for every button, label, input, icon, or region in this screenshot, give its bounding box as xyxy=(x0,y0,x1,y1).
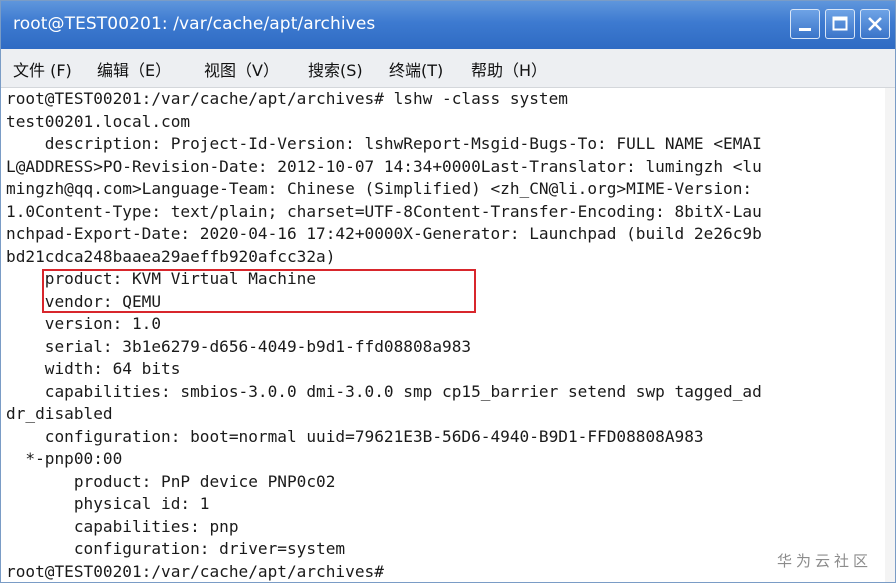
close-icon xyxy=(868,17,882,31)
terminal-window: root@TEST00201: /var/cache/apt/archives … xyxy=(0,0,896,583)
menu-bar: 文件 (F) 编辑（E） 视图（V） 搜索(S) 终端(T) 帮助（H） xyxy=(1,49,895,88)
window-title: root@TEST00201: /var/cache/apt/archives xyxy=(13,14,376,34)
terminal-line: configuration: driver=system xyxy=(6,539,346,558)
terminal-line: mingzh@qq.com>Language-Team: Chinese (Si… xyxy=(6,179,753,198)
menu-terminal[interactable]: 终端(T) xyxy=(389,57,443,81)
terminal-line: root@TEST00201:/var/cache/apt/archives# … xyxy=(6,89,568,108)
title-bar[interactable]: root@TEST00201: /var/cache/apt/archives xyxy=(1,1,895,49)
terminal-line: width: 64 bits xyxy=(6,359,181,378)
menu-search[interactable]: 搜索(S) xyxy=(308,57,363,81)
terminal-scrollbar[interactable] xyxy=(885,88,895,582)
terminal-output[interactable]: root@TEST00201:/var/cache/apt/archives# … xyxy=(1,88,885,582)
terminal-line: capabilities: smbios-3.0.0 dmi-3.0.0 smp… xyxy=(6,381,762,401)
close-button[interactable] xyxy=(860,9,890,39)
terminal-line: L@ADDRESS>PO-Revision-Date: 2012-10-07 1… xyxy=(6,156,762,176)
menu-view[interactable]: 视图（V） xyxy=(204,57,279,81)
terminal-prompt: root@TEST00201:/var/cache/apt/archives# xyxy=(6,561,384,581)
terminal-line: physical id: 1 xyxy=(6,494,210,513)
terminal-line: dr_disabled xyxy=(6,404,113,423)
minimize-button[interactable] xyxy=(790,9,820,39)
terminal-line: test00201.local.com xyxy=(6,111,191,131)
terminal-line: configuration: boot=normal uuid=79621E3B… xyxy=(6,426,704,446)
minimize-icon xyxy=(799,28,811,31)
watermark: 华为云社区 xyxy=(777,552,873,570)
terminal-line: serial: 3b1e6279-d656-4049-b9d1-ffd08808… xyxy=(6,336,472,356)
terminal-line: *-pnp00:00 xyxy=(6,449,123,468)
menu-edit[interactable]: 编辑（E） xyxy=(97,57,171,81)
terminal-line: bd21cdca248baaea29aeffb920afcc32a) xyxy=(6,246,336,266)
menu-help[interactable]: 帮助（H） xyxy=(471,57,547,81)
terminal-line: product: PnP device PNP0c02 xyxy=(6,471,336,491)
maximize-button[interactable] xyxy=(825,9,855,39)
maximize-icon xyxy=(832,16,848,31)
terminal-line: description: Project-Id-Version: lshwRep… xyxy=(6,134,762,153)
terminal-line: 1.0Content-Type: text/plain; charset=UTF… xyxy=(6,201,762,221)
terminal-line: version: 1.0 xyxy=(6,314,162,333)
highlight-annotation-box xyxy=(42,269,476,313)
terminal-line: capabilities: pnp xyxy=(6,516,239,536)
menu-file[interactable]: 文件 (F) xyxy=(13,57,72,81)
terminal-line: nchpad-Export-Date: 2020-04-16 17:42+000… xyxy=(6,224,762,243)
